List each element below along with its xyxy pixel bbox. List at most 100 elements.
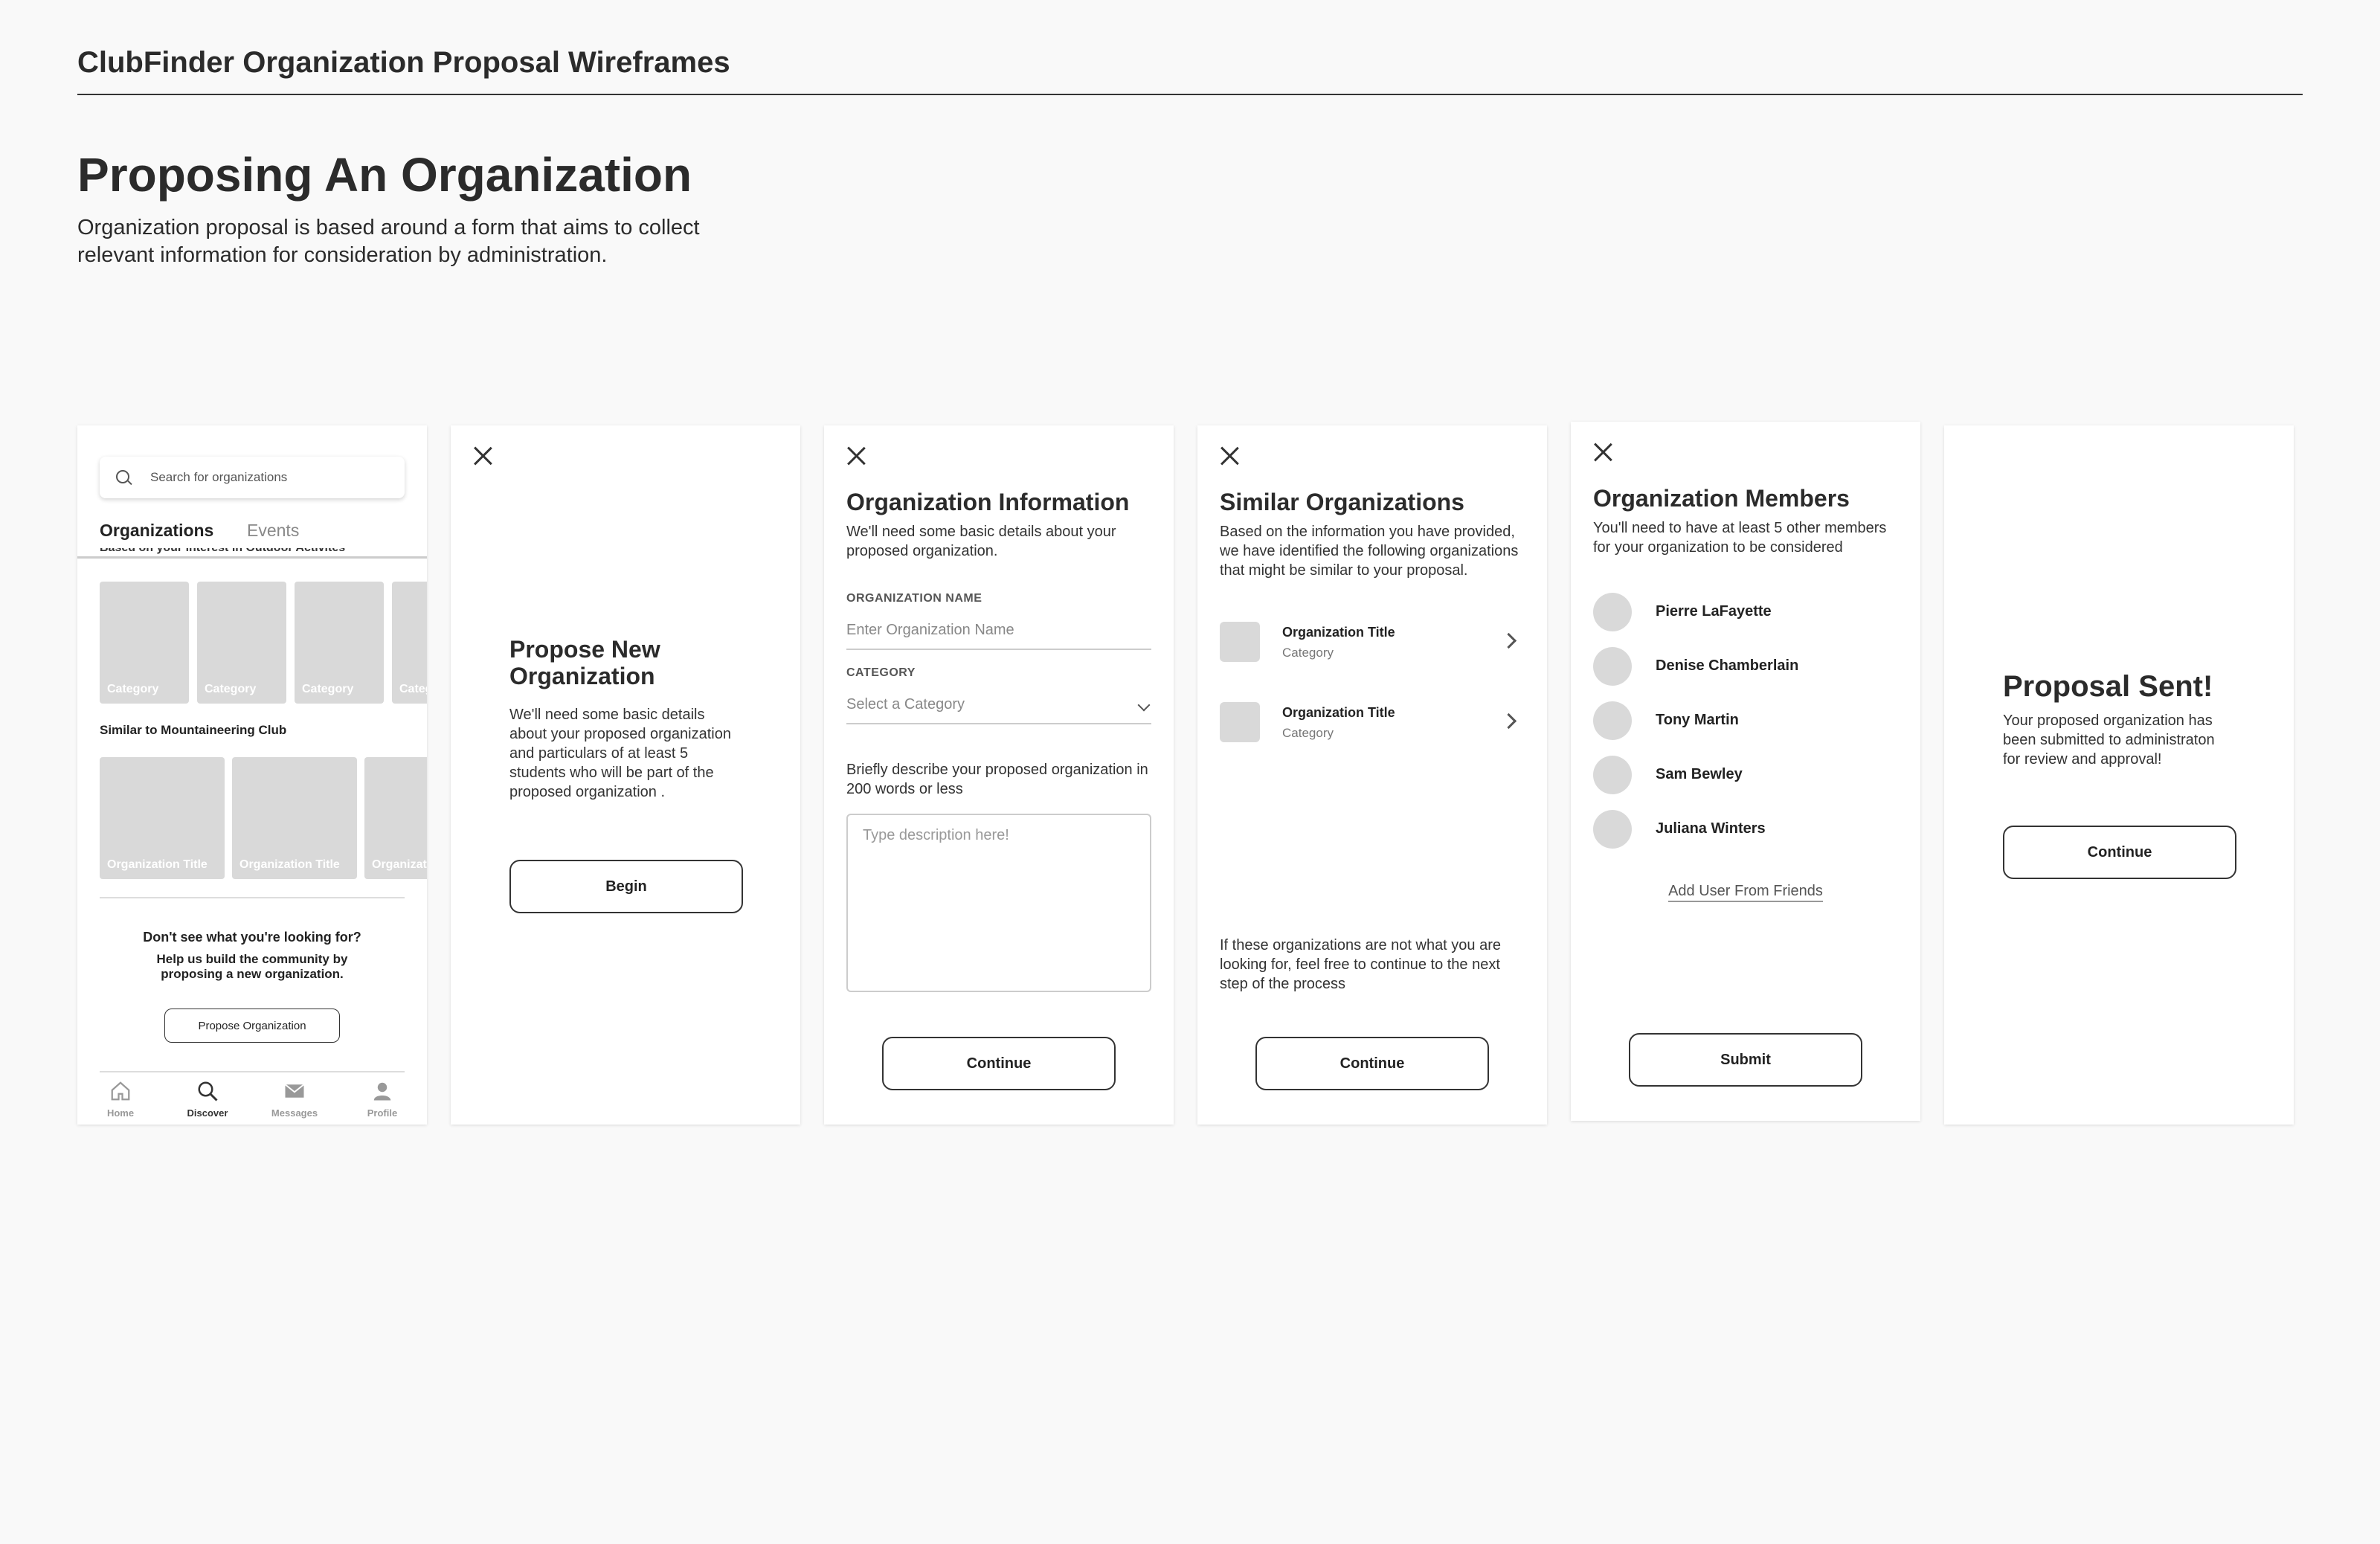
close-icon[interactable] [473, 446, 492, 466]
document-title: ClubFinder Organization Proposal Wirefra… [77, 46, 730, 79]
category-select[interactable]: Select a Category [846, 696, 1151, 724]
divider [100, 897, 405, 898]
tab-events[interactable]: Events [247, 521, 299, 541]
org-name-input[interactable]: Enter Organization Name [846, 622, 1151, 650]
interest-section-label: Based on your interest in Outdoor Activi… [100, 541, 346, 554]
nav-home[interactable]: Home [83, 1080, 158, 1119]
nav-label: Discover [187, 1107, 228, 1119]
tile-label: Organization Title [372, 858, 427, 871]
similar-title: Similar Organizations [1220, 489, 1464, 515]
description-textarea[interactable]: Type description here! [846, 814, 1151, 992]
discover-screen: Search for organizations Organizations E… [77, 425, 427, 1125]
member-name: Pierre LaFayette [1656, 603, 1772, 620]
propose-organization-button[interactable]: Propose Organization [164, 1009, 340, 1043]
tile-label: Category [205, 683, 257, 695]
prompt-line: proposing a new organization. [161, 967, 344, 981]
similar-organizations-screen: Similar Organizations Based on the infor… [1197, 425, 1547, 1125]
org-title: Organization Title [1282, 705, 1395, 720]
search-placeholder: Search for organizations [150, 470, 288, 484]
chevron-right-icon [1500, 713, 1517, 730]
propose-title-line2: Organization [509, 663, 655, 689]
search-icon [198, 1081, 218, 1101]
section-title: Proposing An Organization [77, 148, 692, 202]
prompt-line: Help us build the community by [156, 952, 348, 966]
nav-discover[interactable]: Discover [170, 1080, 245, 1119]
category-tile[interactable]: Category [392, 582, 427, 704]
org-category: Category [1282, 726, 1334, 740]
member-name: Tony Martin [1656, 712, 1739, 728]
divider [100, 1071, 405, 1072]
similar-footer: If these organizations are not what you … [1220, 937, 1502, 992]
continue-button[interactable]: Continue [882, 1037, 1116, 1090]
section-description: Organization proposal is based around a … [77, 216, 700, 267]
avatar [1593, 756, 1632, 794]
tab-divider [77, 556, 427, 559]
organization-members-screen: Organization Members You'll need to have… [1571, 422, 1920, 1121]
search-icon [116, 470, 129, 483]
tile-label: Organization Title [107, 858, 208, 871]
category-tile[interactable]: Category [100, 582, 189, 704]
member-name: Juliana Winters [1656, 820, 1766, 837]
continue-button[interactable]: Continue [1255, 1037, 1489, 1090]
members-title: Organization Members [1593, 485, 1850, 512]
profile-icon [373, 1082, 391, 1101]
submit-button[interactable]: Submit [1629, 1033, 1862, 1087]
org-title: Organization Title [1282, 625, 1395, 640]
info-title: Organization Information [846, 489, 1130, 515]
organization-info-screen: Organization Information We'll need some… [824, 425, 1174, 1125]
avatar [1593, 701, 1632, 740]
propose-screen: Propose New Organization We'll need some… [451, 425, 800, 1125]
continue-button[interactable]: Continue [2003, 826, 2236, 879]
nav-label: Messages [271, 1107, 318, 1119]
category-placeholder: Select a Category [846, 696, 965, 713]
chevron-down-icon [1137, 698, 1151, 712]
proposal-sent-screen: Proposal Sent! Your proposed organizatio… [1944, 425, 2294, 1125]
chevron-right-icon [1500, 632, 1517, 649]
organization-tile[interactable]: Organization Title [364, 757, 427, 879]
search-input[interactable]: Search for organizations [100, 457, 405, 498]
similar-org-row[interactable]: Organization Title Category [1220, 702, 1525, 747]
nav-label: Profile [367, 1107, 398, 1119]
member-row[interactable]: Tony Martin [1593, 701, 1898, 742]
member-row[interactable]: Denise Chamberlain [1593, 647, 1898, 687]
member-row[interactable]: Juliana Winters [1593, 810, 1898, 850]
tile-label: Category [107, 683, 159, 695]
begin-button[interactable]: Begin [509, 860, 743, 913]
similar-subtitle: Based on the information you have provid… [1220, 524, 1519, 579]
member-row[interactable]: Sam Bewley [1593, 756, 1898, 796]
avatar [1593, 647, 1632, 686]
prompt-title: Don't see what you're looking for? [143, 930, 361, 945]
tile-label: Organization Title [239, 858, 340, 871]
tile-label: Category [399, 683, 427, 695]
category-tile[interactable]: Category [295, 582, 384, 704]
mail-icon [284, 1084, 305, 1098]
members-subtitle: You'll need to have at least 5 other mem… [1593, 520, 1887, 556]
org-category: Category [1282, 646, 1334, 660]
organization-tile[interactable]: Organization Title [100, 757, 225, 879]
close-icon[interactable] [846, 446, 866, 466]
org-name-label: ORGANIZATION NAME [846, 592, 982, 605]
org-thumbnail [1220, 622, 1260, 662]
category-tile[interactable]: Category [197, 582, 286, 704]
member-name: Denise Chamberlain [1656, 657, 1799, 674]
close-icon[interactable] [1593, 443, 1612, 462]
close-icon[interactable] [1220, 446, 1239, 466]
describe-prompt: Briefly describe your proposed organizat… [846, 762, 1148, 797]
sent-description: Your proposed organization has been subm… [2003, 713, 2215, 768]
info-subtitle: We'll need some basic details about your… [846, 524, 1116, 559]
nav-messages[interactable]: Messages [257, 1080, 332, 1119]
home-icon [111, 1081, 130, 1101]
link-label: Add User From Friends [1668, 883, 1823, 902]
avatar [1593, 810, 1632, 849]
tab-organizations[interactable]: Organizations [100, 521, 213, 541]
propose-title-line1: Propose New [509, 636, 660, 663]
category-label: CATEGORY [846, 666, 916, 679]
organization-tile[interactable]: Organization Title [232, 757, 357, 879]
add-user-from-friends-link[interactable]: Add User From Friends [1571, 883, 1920, 902]
member-row[interactable]: Pierre LaFayette [1593, 593, 1898, 633]
title-divider [77, 94, 2303, 95]
sent-title: Proposal Sent! [2003, 670, 2213, 703]
propose-description: We'll need some basic details about your… [509, 707, 731, 800]
nav-profile[interactable]: Profile [345, 1080, 419, 1119]
similar-org-row[interactable]: Organization Title Category [1220, 622, 1525, 666]
